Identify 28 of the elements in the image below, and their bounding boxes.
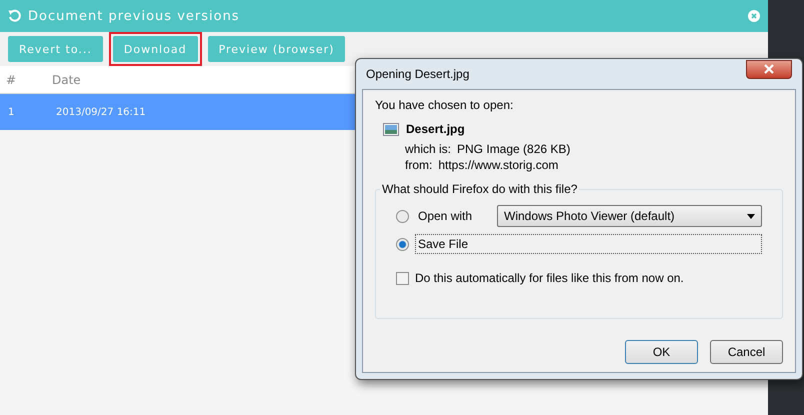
detail-value: https://www.storig.com [438,158,558,172]
group-title: What should Firefox do with this file? [381,182,578,196]
detail-label: which is: [405,142,452,156]
detail-value: PNG Image (826 KB) [457,142,570,156]
window-title: Document previous versions [28,8,241,24]
close-icon [763,64,775,74]
radio-button[interactable] [396,210,409,222]
table-cell-text: 1 [7,106,16,118]
intro-text: You have chosen to open: [375,98,514,112]
dialog-title: Opening Desert.jpg [366,67,470,81]
option-label[interactable]: Open with [415,206,491,226]
detail-label: from: [405,158,432,172]
app-dropdown[interactable]: Windows Photo Viewer (default) [497,205,762,227]
radio-button[interactable] [396,238,409,250]
close-icon[interactable] [748,10,760,22]
dropdown-caret-icon [747,214,755,218]
history-icon [8,9,22,23]
checkbox[interactable] [396,272,409,284]
dialog-button[interactable]: OK [625,340,698,364]
column-header: Date [51,72,82,86]
table-cell-text: 2013/09/27 16:11 [55,106,147,118]
column-header: # [5,72,18,86]
file-name: Desert.jpg [406,122,465,136]
close-button[interactable] [746,60,792,78]
checkbox-label: Do this automatically for files like this from now on. [415,271,684,285]
option-label[interactable]: Save File [415,234,762,254]
dialog-button[interactable]: Cancel [710,340,783,364]
image-file-icon [383,122,399,136]
